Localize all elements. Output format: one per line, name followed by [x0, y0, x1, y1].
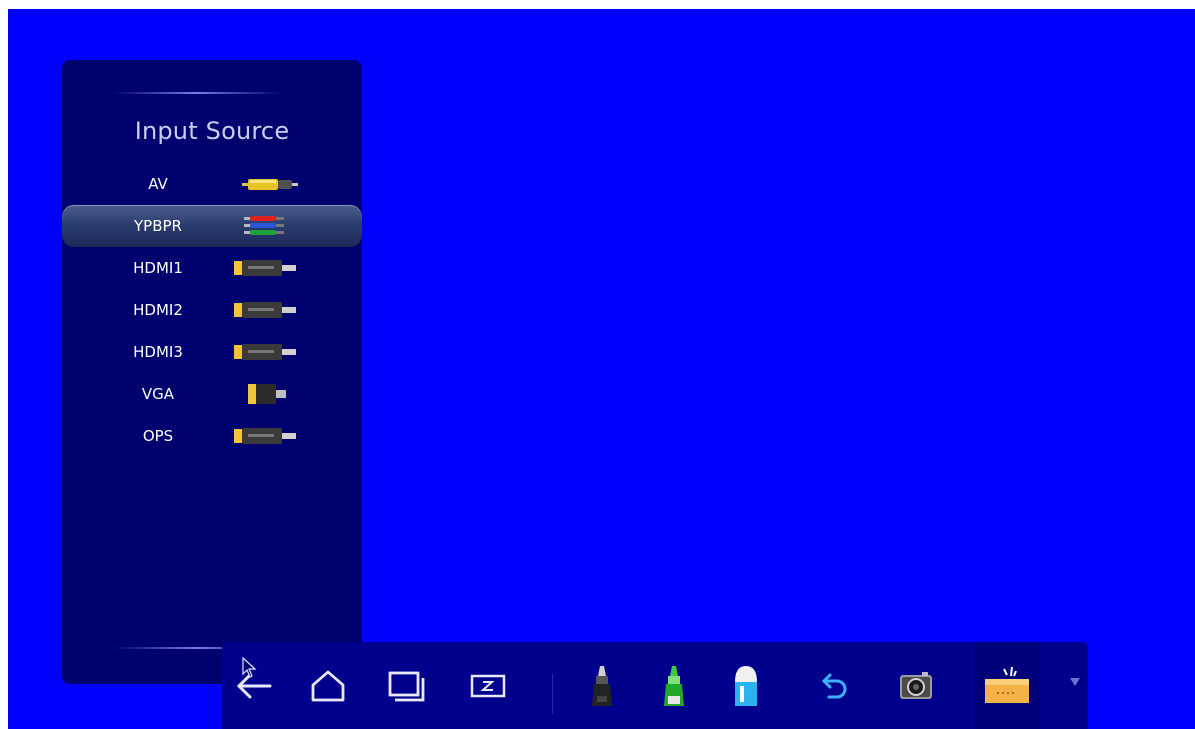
mouse-cursor-icon	[242, 657, 257, 678]
home-icon	[311, 670, 345, 702]
input-source-av[interactable]: AV	[62, 163, 362, 205]
camera-icon	[900, 672, 932, 699]
screen-background: Input Source AV YPBPR HDMI1 HDMI2 HDMI3 …	[8, 9, 1195, 729]
input-label: VGA	[141, 385, 175, 403]
input-label: OPS	[142, 427, 174, 445]
panel-top-divider	[112, 92, 282, 94]
undo-icon	[821, 673, 847, 699]
input-label: HDMI2	[133, 301, 183, 319]
input-source-hdmi3[interactable]: HDMI3	[62, 331, 362, 373]
black-marker-button[interactable]	[578, 662, 626, 710]
undo-button[interactable]	[810, 662, 858, 710]
input-source-hdmi1[interactable]: HDMI1	[62, 247, 362, 289]
green-marker-button[interactable]	[650, 662, 698, 710]
home-button[interactable]	[304, 662, 352, 710]
green-marker-icon	[664, 666, 684, 706]
input-source-list: AV YPBPR HDMI1 HDMI2 HDMI3 VGA OPS	[62, 163, 362, 457]
hdmi-icon	[234, 344, 296, 360]
input-label: HDMI3	[133, 343, 183, 361]
black-marker-icon	[592, 666, 612, 706]
vga-icon	[248, 384, 286, 404]
recent-apps-button[interactable]	[382, 662, 430, 710]
screenshot-button[interactable]	[892, 662, 940, 710]
input-source-ops[interactable]: OPS	[62, 415, 362, 457]
whiteboard-button[interactable]	[464, 662, 512, 710]
hdmi-icon	[234, 428, 296, 444]
component-rgb-icon	[244, 216, 284, 235]
input-label: AV	[148, 175, 168, 193]
input-source-vga[interactable]: VGA	[62, 373, 362, 415]
rca-yellow-icon	[242, 179, 298, 190]
panel-title: Input Source	[134, 117, 290, 145]
eraser-button[interactable]	[722, 662, 770, 710]
input-source-ypbpr[interactable]: YPBPR	[62, 205, 362, 247]
input-label: YPBPR	[134, 217, 182, 235]
z-icon	[470, 674, 506, 698]
eraser-icon	[735, 666, 757, 706]
toolbox-button[interactable]	[974, 642, 1040, 729]
taskbar-divider	[552, 674, 553, 714]
input-source-hdmi2[interactable]: HDMI2	[62, 289, 362, 331]
input-label: HDMI1	[133, 259, 183, 277]
input-source-panel: Input Source AV YPBPR HDMI1 HDMI2 HDMI3 …	[62, 60, 362, 684]
toolbox-icon	[985, 666, 1029, 703]
recent-apps-icon	[388, 671, 425, 702]
hdmi-icon	[234, 260, 296, 276]
hdmi-icon	[234, 302, 296, 318]
bottom-taskbar	[222, 642, 1088, 729]
expand-arrow-icon[interactable]	[1070, 678, 1080, 686]
